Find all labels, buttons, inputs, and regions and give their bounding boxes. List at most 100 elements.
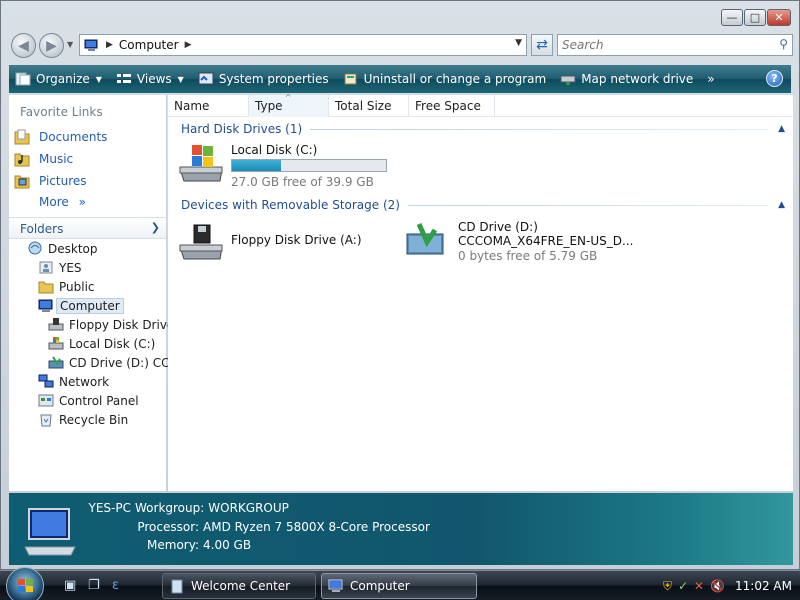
tree-item-label: YES	[59, 260, 82, 275]
column-header-row: Name ^ Type Total Size Free Space	[168, 93, 793, 117]
favorite-link-label: Pictures	[39, 174, 87, 188]
computer-icon	[84, 39, 98, 51]
tree-item-control-panel[interactable]: Control Panel	[38, 393, 139, 408]
drive-local-disk[interactable]: Local Disk (C:) 27.0 GB free of 39.9 GB	[178, 143, 387, 189]
tree-item-desktop[interactable]: Desktop	[27, 241, 98, 256]
search-box[interactable]: ⚲	[557, 34, 793, 56]
explorer-window: — □ ✕ ◀ ▶ ▼ ▶ Computer ▶ ▼ ⇄ ⚲	[0, 0, 800, 570]
network-icon	[38, 374, 54, 388]
tree-item-local-disk[interactable]: Local Disk (C:)	[48, 336, 155, 351]
maximize-icon[interactable]: □	[744, 9, 766, 26]
task-welcome-center[interactable]: Welcome Center	[162, 573, 316, 599]
views-icon	[116, 74, 131, 83]
disk-usage-bar	[231, 159, 387, 172]
drive-cd[interactable]: CD Drive (D:) CCCOMA_X64FRE_EN-US_D... 0…	[405, 220, 633, 264]
cd-drive-icon	[48, 356, 64, 369]
close-icon[interactable]: ✕	[767, 9, 791, 26]
uninstall-program-button[interactable]: Uninstall or change a program	[343, 72, 546, 86]
system-tray: ⛨ ✓ ✕ 🔇 11:02 AM	[663, 571, 800, 600]
tree-item-label: Floppy Disk Drive	[69, 317, 175, 332]
recent-pages-icon[interactable]: ▼	[67, 40, 73, 49]
favorite-links-more-button[interactable]: More »	[39, 195, 86, 209]
volume-muted-icon[interactable]: 🔇	[710, 579, 725, 593]
group-divider	[310, 128, 769, 130]
workgroup-value: WORKGROUP	[208, 501, 289, 515]
favorite-link-documents[interactable]: Documents	[14, 129, 107, 145]
internet-explorer-icon[interactable]: ε	[112, 578, 128, 594]
computer-icon	[328, 579, 343, 592]
folders-header[interactable]: Folders ❯	[9, 217, 166, 239]
minimize-icon[interactable]: —	[721, 9, 743, 26]
tree-item-cd-drive[interactable]: CD Drive (D:) CCC	[48, 355, 178, 370]
organize-button[interactable]: Organize ▼	[15, 72, 102, 86]
public-folder-icon	[38, 281, 54, 294]
content-pane: Name ^ Type Total Size Free Space Hard D…	[168, 93, 793, 491]
search-icon[interactable]: ⚲	[779, 37, 788, 51]
breadcrumb-chevron-icon[interactable]: ▶	[106, 40, 113, 50]
group-title: Hard Disk Drives (1)	[181, 122, 303, 136]
tree-item-computer[interactable]: Computer	[38, 298, 124, 314]
breadcrumb-computer[interactable]: Computer	[119, 38, 179, 52]
favorite-link-label: Documents	[39, 130, 108, 144]
tree-item-public[interactable]: Public	[38, 279, 95, 294]
address-bar[interactable]: ▶ Computer ▶ ▼	[79, 34, 527, 56]
clock[interactable]: 11:02 AM	[735, 579, 792, 593]
column-header-type[interactable]: ^ Type	[249, 93, 329, 117]
task-computer[interactable]: Computer	[321, 573, 477, 599]
tree-item-floppy-drive[interactable]: Floppy Disk Drive	[48, 317, 174, 332]
tree-item-yes[interactable]: YES	[38, 260, 82, 275]
update-icon[interactable]: ✓	[678, 579, 688, 593]
toolbar-overflow-chevron-icon[interactable]: »	[707, 72, 714, 86]
show-desktop-icon[interactable]: ▣	[64, 578, 80, 594]
drive-floppy[interactable]: Floppy Disk Drive (A:)	[178, 221, 362, 265]
details-memory-row: Memory: 4.00 GB	[109, 538, 251, 552]
group-header-removable[interactable]: Devices with Removable Storage (2) ▲	[181, 198, 785, 212]
windows-logo-icon	[18, 579, 33, 592]
welcome-center-icon	[171, 579, 183, 593]
chevron-up-icon[interactable]: ▲	[778, 200, 785, 210]
floppy-drive-icon	[179, 224, 223, 260]
start-button[interactable]	[6, 567, 44, 600]
pictures-icon	[14, 175, 30, 189]
search-input[interactable]	[562, 38, 762, 52]
tree-item-recycle-bin[interactable]: Recycle Bin	[38, 412, 128, 427]
processor-key: Processor:	[137, 520, 199, 534]
map-network-drive-button[interactable]: Map network drive	[560, 72, 693, 86]
taskbar: ▣ ❐ ε Welcome Center Computer ⛨ ✓ ✕ 🔇 11…	[0, 567, 800, 600]
drive-volume-label: CCCOMA_X64FRE_EN-US_D...	[458, 234, 634, 248]
views-button[interactable]: Views ▼	[116, 72, 184, 86]
switch-windows-icon[interactable]: ❐	[88, 578, 104, 594]
chevron-down-icon: ▼	[95, 74, 102, 84]
forward-button[interactable]: ▶	[39, 33, 64, 58]
group-divider	[407, 204, 769, 206]
system-properties-button[interactable]: System properties	[198, 72, 329, 86]
tree-item-label: Network	[59, 374, 110, 389]
refresh-button[interactable]: ⇄	[531, 34, 553, 56]
favorite-links-title: Favorite Links	[20, 105, 103, 119]
column-header-name[interactable]: Name	[168, 95, 249, 117]
back-button[interactable]: ◀	[11, 33, 36, 58]
drive-free-space: 0 bytes free of 5.79 GB	[458, 249, 598, 263]
security-shield-icon[interactable]: ⛨	[663, 579, 672, 594]
favorite-link-music[interactable]: Music	[14, 151, 73, 167]
network-status-icon[interactable]: ✕	[694, 579, 704, 593]
tree-item-label: Control Panel	[59, 393, 139, 408]
navigation-pane: Favorite Links Documents Music Pictures …	[9, 95, 178, 491]
favorite-link-pictures[interactable]: Pictures	[14, 173, 87, 189]
chevron-down-icon: ❯	[150, 221, 160, 234]
more-label: More	[39, 195, 69, 209]
breadcrumb-chevron-icon[interactable]: ▶	[185, 40, 192, 50]
group-header-hard-disks[interactable]: Hard Disk Drives (1) ▲	[181, 122, 785, 136]
column-header-total-size[interactable]: Total Size	[329, 95, 409, 117]
column-header-free-space[interactable]: Free Space	[409, 95, 495, 117]
recycle-bin-icon	[40, 414, 52, 427]
drive-name: CD Drive (D:)	[458, 220, 538, 234]
help-icon[interactable]: ?	[766, 70, 783, 87]
organize-icon	[15, 72, 31, 86]
user-folder-icon	[39, 261, 53, 274]
system-properties-icon	[198, 72, 214, 85]
chevron-up-icon[interactable]: ▲	[778, 124, 785, 134]
documents-icon	[14, 129, 30, 145]
address-dropdown-icon[interactable]: ▼	[515, 38, 522, 48]
tree-item-network[interactable]: Network	[38, 374, 109, 389]
